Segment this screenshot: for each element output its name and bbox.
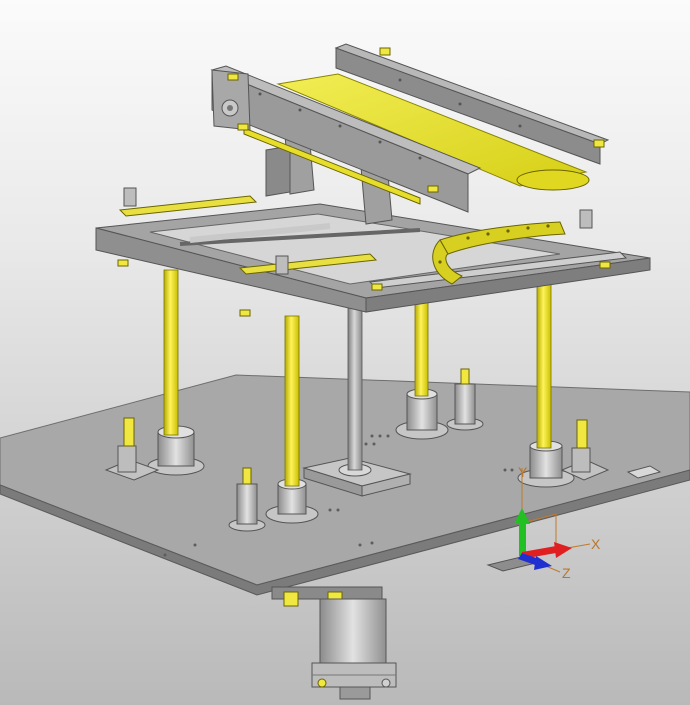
- yellow-column-front-left: [284, 315, 300, 487]
- cad-viewport[interactable]: Y X Z: [0, 0, 690, 705]
- triad-z-label: Z: [562, 565, 571, 581]
- underside-cylinder: [271, 586, 397, 700]
- belt-conveyor: [210, 43, 610, 225]
- triad-x-label: X: [591, 536, 601, 552]
- yellow-column-rear-right: [414, 295, 429, 397]
- yellow-column-rear-left: [163, 269, 179, 436]
- triad-y-label: Y: [518, 464, 528, 480]
- cad-model-scene[interactable]: Y X Z: [0, 0, 690, 705]
- gray-center-column: [347, 299, 363, 471]
- yellow-column-front-right: [536, 281, 552, 449]
